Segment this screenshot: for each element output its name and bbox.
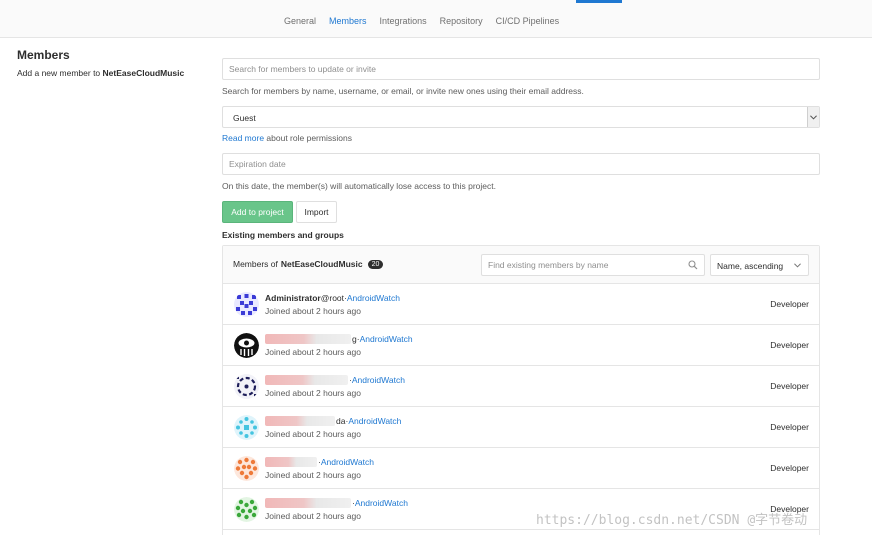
redacted-name bbox=[265, 457, 317, 467]
expiration-date-field[interactable] bbox=[222, 153, 820, 175]
settings-subnav: General Members Integrations Repository … bbox=[0, 0, 872, 38]
redacted-name bbox=[265, 416, 335, 426]
dots-avatar[interactable] bbox=[234, 415, 259, 440]
member-source-link[interactable]: AndroidWatch bbox=[321, 457, 374, 467]
members-panel-prefix: Members of bbox=[233, 259, 278, 269]
member-joined: Joined about 2 hours ago bbox=[265, 388, 361, 398]
member-role: Developer bbox=[770, 422, 809, 432]
role-help: Read more about role permissions bbox=[222, 133, 352, 143]
member-source-link[interactable]: AndroidWatch bbox=[348, 416, 401, 426]
member-name: Administrator @root · AndroidWatch bbox=[265, 293, 400, 303]
member-row: · AndroidWatch Joined about 2 hours ago … bbox=[223, 448, 819, 489]
expiration-help: On this date, the member(s) will automat… bbox=[222, 181, 496, 191]
member-name: · AndroidWatch bbox=[265, 457, 374, 467]
member-search-field[interactable] bbox=[222, 58, 820, 80]
member-name: g · AndroidWatch bbox=[265, 334, 413, 344]
read-more-link[interactable]: Read more bbox=[222, 133, 264, 143]
member-name: · AndroidWatch bbox=[265, 375, 405, 385]
identicon-avatar[interactable] bbox=[234, 292, 259, 317]
tab-general[interactable]: General bbox=[284, 16, 316, 26]
member-source-link[interactable]: AndroidWatch bbox=[355, 498, 408, 508]
section-title: Members bbox=[17, 48, 70, 62]
expiration-date-input[interactable] bbox=[223, 154, 819, 174]
chevron-down-icon[interactable] bbox=[807, 107, 819, 127]
member-name: da · AndroidWatch bbox=[265, 416, 401, 426]
member-search-input[interactable] bbox=[223, 59, 819, 79]
members-panel-title: Members of NetEaseCloudMusic 20 bbox=[233, 259, 384, 269]
section-description-text: Add a new member to bbox=[17, 68, 103, 78]
sort-dropdown[interactable]: Name, ascending bbox=[710, 254, 809, 276]
eye-avatar[interactable] bbox=[234, 333, 259, 358]
member-count-badge: 20 bbox=[367, 259, 384, 269]
tab-members[interactable]: Members bbox=[329, 16, 367, 26]
member-row: · AndroidWatch Joined about 2 hours ago … bbox=[223, 366, 819, 407]
member-role: Developer bbox=[770, 381, 809, 391]
redacted-name bbox=[265, 334, 351, 344]
existing-members-title: Existing members and groups bbox=[222, 230, 344, 240]
members-panel: Members of NetEaseCloudMusic 20 Name, as… bbox=[222, 245, 820, 535]
search-icon[interactable] bbox=[688, 260, 698, 270]
member-source-link[interactable]: AndroidWatch bbox=[352, 375, 405, 385]
import-button[interactable]: Import bbox=[296, 201, 337, 223]
member-source-link[interactable]: AndroidWatch bbox=[347, 293, 400, 303]
role-select-value: Guest bbox=[233, 113, 256, 123]
project-name: NetEaseCloudMusic bbox=[102, 68, 185, 78]
pattern-avatar[interactable] bbox=[234, 456, 259, 481]
member-username: @root bbox=[320, 293, 345, 303]
ring-avatar[interactable] bbox=[234, 374, 259, 399]
find-members-input[interactable] bbox=[482, 255, 704, 275]
tab-integrations[interactable]: Integrations bbox=[380, 16, 427, 26]
member-joined: Joined about 2 hours ago bbox=[265, 306, 361, 316]
member-role: Developer bbox=[770, 299, 809, 309]
member-source-link[interactable]: AndroidWatch bbox=[360, 334, 413, 344]
member-role: Developer bbox=[770, 340, 809, 350]
member-row: g · AndroidWatch Joined about 2 hours ag… bbox=[223, 325, 819, 366]
members-panel-project: NetEaseCloudMusic bbox=[280, 259, 363, 269]
add-to-project-button[interactable]: Add to project bbox=[222, 201, 293, 223]
active-indicator bbox=[576, 0, 622, 3]
tab-repository[interactable]: Repository bbox=[440, 16, 483, 26]
role-help-text: about role permissions bbox=[264, 133, 352, 143]
redacted-name bbox=[265, 375, 348, 385]
pattern-avatar[interactable] bbox=[234, 497, 259, 522]
member-name: · AndroidWatch bbox=[265, 498, 408, 508]
find-members-field[interactable] bbox=[481, 254, 705, 276]
sort-dropdown-value: Name, ascending bbox=[717, 261, 784, 271]
members-panel-header: Members of NetEaseCloudMusic 20 Name, as… bbox=[223, 246, 819, 284]
member-joined: Joined about 2 hours ago bbox=[265, 429, 361, 439]
member-search-help: Search for members by name, username, or… bbox=[222, 86, 584, 96]
tab-cicd-pipelines[interactable]: CI/CD Pipelines bbox=[496, 16, 560, 26]
watermark: https://blog.csdn.net/CSDN @字节卷动 bbox=[536, 513, 808, 528]
member-username: da bbox=[336, 416, 346, 426]
redacted-name bbox=[265, 498, 351, 508]
member-joined: Joined about 2 hours ago bbox=[265, 470, 361, 480]
chevron-down-icon bbox=[794, 263, 801, 268]
section-description: Add a new member to NetEaseCloudMusic bbox=[17, 68, 184, 78]
member-joined: Joined about 2 hours ago bbox=[265, 511, 361, 521]
member-row: da · AndroidWatch Joined about 2 hours a… bbox=[223, 407, 819, 448]
member-joined: Joined about 2 hours ago bbox=[265, 347, 361, 357]
member-row: Administrator @root · AndroidWatch Joine… bbox=[223, 284, 819, 325]
subnav-tabs: General Members Integrations Repository … bbox=[284, 16, 559, 26]
member-role: Developer bbox=[770, 463, 809, 473]
member-display-name[interactable]: Administrator bbox=[265, 293, 321, 303]
role-select[interactable]: Guest bbox=[222, 106, 820, 128]
